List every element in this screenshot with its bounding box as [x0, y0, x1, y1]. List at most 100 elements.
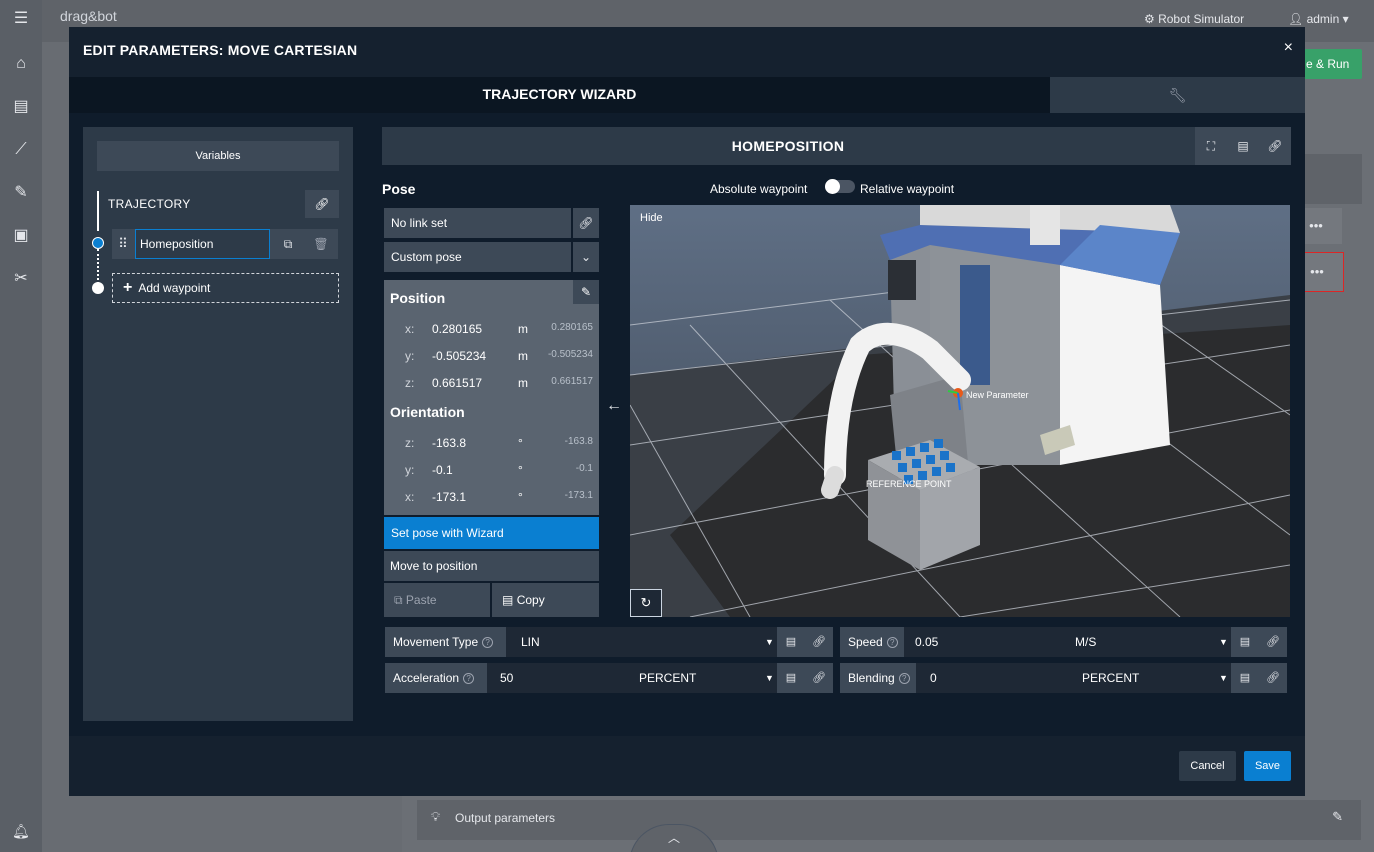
app-sidebar: ☰ ⌂ ▤ ⟋ ✎ ▣ ✂ 🔔︎	[0, 0, 42, 852]
link-icon[interactable]: 🔗︎	[805, 663, 833, 693]
link-icon[interactable]: 🔗︎	[573, 208, 599, 238]
set-pose-wizard-button[interactable]: Set pose with Wizard	[384, 517, 599, 549]
trajectory-link-button[interactable]: 🔗︎	[305, 190, 339, 218]
robot-selector[interactable]: ⚙ Robot Simulator	[1144, 12, 1244, 26]
link-icon[interactable]: 🔗︎	[1259, 127, 1291, 165]
waypoint-title-bar: HOMEPOSITION ⛶ ▤ 🔗︎	[382, 127, 1291, 165]
link-select[interactable]: No link set	[384, 208, 571, 238]
axis-label: x:	[405, 490, 415, 504]
orientation-z-value[interactable]: -163.8	[432, 436, 490, 450]
focus-icon[interactable]: ⛶	[1195, 127, 1227, 165]
orientation-y-value[interactable]: -0.1	[432, 463, 490, 477]
user-menu[interactable]: 👤︎ admin ▾	[1288, 12, 1349, 26]
position-z-value[interactable]: 0.661517	[432, 376, 490, 390]
waypoint-name-input[interactable]	[135, 229, 270, 259]
edit-icon[interactable]: ✎	[1332, 809, 1343, 825]
drag-handle-icon[interactable]: ⠿	[116, 235, 130, 253]
output-parameters-bar[interactable]: 💡︎ Output parameters ✎	[417, 800, 1361, 840]
position-title: Position	[390, 290, 446, 306]
robot-arm-icon[interactable]: ⟋	[12, 141, 30, 159]
arrow-left-icon[interactable]: ←	[606, 397, 622, 415]
tools-icon[interactable]: ✂	[12, 270, 30, 288]
relative-waypoint-label: Relative waypoint	[860, 182, 955, 196]
orientation-y[interactable]: y: -0.1 ° -0.1	[384, 460, 599, 480]
orientation-z[interactable]: z: -163.8 ° -163.8	[384, 433, 599, 453]
link-icon[interactable]: 🔗︎	[805, 627, 833, 657]
help-icon[interactable]: ?	[898, 673, 910, 685]
blending-unit[interactable]: PERCENT	[1082, 663, 1139, 693]
save-button[interactable]: Save	[1244, 751, 1291, 781]
blending-label: Blending	[848, 671, 895, 685]
home-icon[interactable]: ⌂	[12, 55, 30, 73]
trajectory-label: TRAJECTORY	[108, 197, 191, 211]
3d-viewport[interactable]: Hide New Parameter REFERENCE POINT ↻	[630, 205, 1290, 617]
copy-button[interactable]: ▤ Copy	[492, 583, 599, 617]
close-icon[interactable]: ×	[1284, 39, 1293, 57]
variable-icon[interactable]: ▤	[1231, 627, 1259, 657]
trash-icon[interactable]: 🗑︎	[306, 229, 336, 259]
unit-label: m	[518, 349, 528, 363]
variable-icon[interactable]: ▤	[777, 627, 805, 657]
add-waypoint-marker	[92, 282, 104, 294]
chevron-down-icon[interactable]: ⌄	[573, 242, 599, 272]
param-label: Speed?	[840, 627, 904, 657]
help-icon[interactable]: ?	[463, 673, 475, 685]
design-icon[interactable]: ✎	[12, 184, 30, 202]
move-to-position-button[interactable]: Move to position	[384, 551, 599, 581]
scene-render	[630, 205, 1290, 617]
add-waypoint-button[interactable]: + Add waypoint	[112, 273, 339, 303]
background-card	[1304, 154, 1362, 204]
position-x[interactable]: x: 0.280165 m 0.280165	[384, 319, 599, 339]
help-icon[interactable]: ?	[482, 637, 494, 649]
speed-param[interactable]: Speed? 0.05 M/S ▼ ▤ 🔗︎	[840, 627, 1287, 657]
param-label: Blending?	[840, 663, 916, 693]
tab-trajectory-wizard[interactable]: TRAJECTORY WIZARD	[69, 77, 1050, 113]
unit-label: m	[518, 376, 528, 390]
orientation-x[interactable]: x: -173.1 ° -173.1	[384, 487, 599, 507]
edit-icon[interactable]: ✎	[573, 280, 599, 304]
unit-label: m	[518, 322, 528, 336]
bell-icon[interactable]: 🔔︎	[12, 823, 30, 840]
hide-button[interactable]: Hide	[640, 212, 663, 224]
waypoint-editor: HOMEPOSITION ⛶ ▤ 🔗︎ Pose Absolute waypoi…	[382, 127, 1291, 721]
menu-icon[interactable]: ☰	[12, 10, 30, 28]
speed-unit[interactable]: M/S	[1075, 627, 1096, 657]
position-y[interactable]: y: -0.505234 m -0.505234	[384, 346, 599, 366]
link-icon[interactable]: 🔗︎	[1259, 627, 1287, 657]
movement-type-param[interactable]: Movement Type? LIN ▼ ▤ 🔗︎	[385, 627, 833, 657]
link-icon[interactable]: 🔗︎	[1259, 663, 1287, 693]
document-icon[interactable]: ▤	[12, 98, 30, 116]
waypoint-mode-toggle[interactable]	[825, 179, 855, 194]
caret-down-icon[interactable]: ▼	[1219, 663, 1228, 693]
unit-label: °	[518, 490, 523, 504]
caret-down-icon[interactable]: ▼	[765, 627, 774, 657]
speed-value[interactable]: 0.05	[915, 627, 938, 657]
position-x-value[interactable]: 0.280165	[432, 322, 490, 336]
caret-down-icon[interactable]: ▼	[765, 663, 774, 693]
variable-icon[interactable]: ▤	[1231, 663, 1259, 693]
pose-select[interactable]: Custom pose	[384, 242, 571, 272]
variable-icon[interactable]: ▤	[777, 663, 805, 693]
acceleration-value[interactable]: 50	[500, 663, 513, 693]
position-y-value[interactable]: -0.505234	[432, 349, 490, 363]
help-icon[interactable]: ?	[886, 637, 898, 649]
tab-tools[interactable]: 🔧︎	[1050, 77, 1305, 113]
blending-param[interactable]: Blending? 0 PERCENT ▼ ▤ 🔗︎	[840, 663, 1287, 693]
acceleration-unit[interactable]: PERCENT	[639, 663, 696, 693]
caret-down-icon[interactable]: ▼	[1219, 627, 1228, 657]
reset-view-icon[interactable]: ↻	[630, 589, 662, 617]
scene-label: REFERENCE POINT	[866, 479, 952, 489]
cancel-button[interactable]: Cancel	[1179, 751, 1236, 781]
movement-type-value[interactable]: LIN	[521, 627, 540, 657]
position-z[interactable]: z: 0.661517 m 0.661517	[384, 373, 599, 393]
save-and-run-button[interactable]: e & Run	[1300, 49, 1362, 79]
blending-value[interactable]: 0	[930, 663, 937, 693]
variable-icon[interactable]: ▤	[1227, 127, 1259, 165]
duplicate-icon[interactable]: ⧉	[274, 229, 302, 259]
acceleration-param[interactable]: Acceleration? 50 PERCENT ▼ ▤ 🔗︎	[385, 663, 833, 693]
orientation-x-value[interactable]: -173.1	[432, 490, 490, 504]
paste-button[interactable]: ⧉ Paste	[384, 583, 490, 617]
variables-button[interactable]: Variables	[97, 141, 339, 171]
waypoint-row[interactable]: ⠿ ⧉ 🗑︎	[112, 229, 338, 259]
briefcase-icon[interactable]: ▣	[12, 227, 30, 245]
